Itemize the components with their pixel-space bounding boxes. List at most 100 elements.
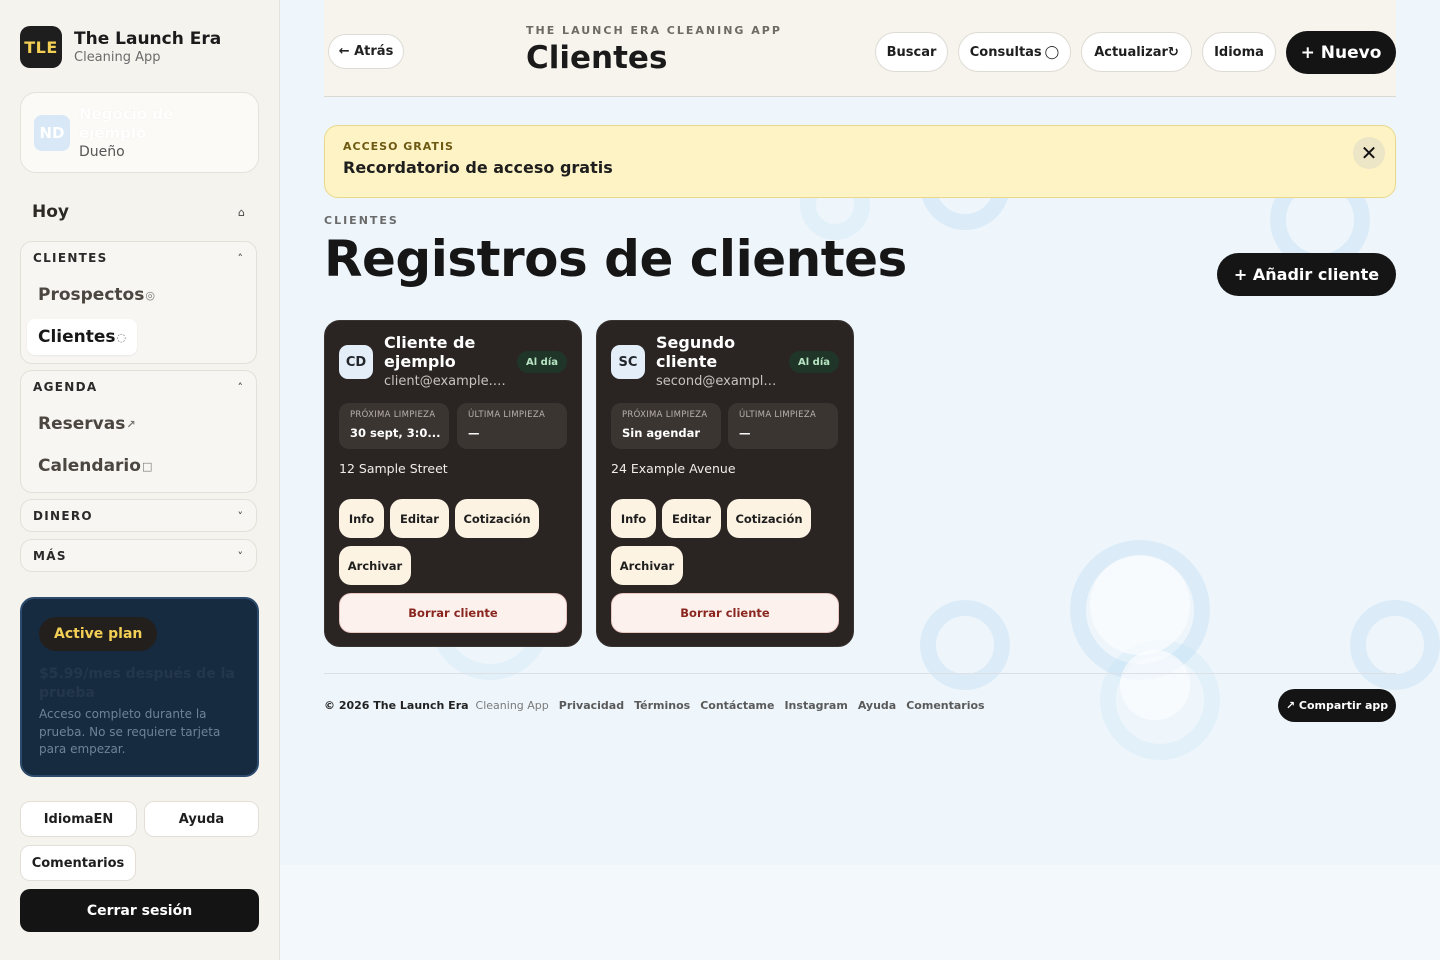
nav-group-header-dinero[interactable]: DINERO ˅ [21, 500, 256, 532]
nav-group-mas[interactable]: MÁS ˅ [20, 539, 257, 572]
refresh-button[interactable]: Actualizar ↻ [1081, 32, 1192, 72]
brand-name: The Launch Era [74, 29, 222, 49]
plan-price: $5.99/mes después de la prueba [39, 666, 235, 701]
footer-link-help[interactable]: Ayuda [858, 699, 896, 712]
banner-kicker: ACCESO GRATIS [343, 140, 454, 153]
square-icon: □ [141, 459, 153, 473]
quote-button[interactable]: Cotización [727, 499, 811, 538]
archive-button[interactable]: Archivar [339, 546, 411, 585]
sidebar-item-label: Clientes [38, 327, 116, 347]
next-cleaning-stat: PRÓXIMA LIMPIEZA 30 sept, 3:0... [339, 403, 449, 449]
nav-group-header-mas[interactable]: MÁS ˅ [21, 540, 256, 572]
nav-group-clientes: CLIENTES ˄ Prospectos ◎ Clientes ◌ [20, 241, 257, 364]
footer-link-instagram[interactable]: Instagram [784, 699, 847, 712]
back-button[interactable]: ← Atrás [328, 34, 404, 69]
chevron-up-icon: ˄ [237, 380, 244, 394]
feedback-button[interactable]: Comentarios [20, 845, 136, 881]
stat-label: ÚLTIMA LIMPIEZA [468, 410, 546, 420]
sidebar-item-clientes[interactable]: Clientes ◌ [27, 319, 138, 355]
status-badge: Al día [517, 351, 567, 373]
client-email: second@example.... [656, 374, 780, 389]
sidebar-item-prospectos[interactable]: Prospectos ◎ [27, 277, 166, 313]
edit-button[interactable]: Editar [662, 499, 721, 538]
nav-group-dinero[interactable]: DINERO ˅ [20, 499, 257, 532]
brand[interactable]: TLE The Launch Era Cleaning App [20, 26, 221, 68]
target-icon: ◎ [145, 288, 155, 302]
footer-link-feedback[interactable]: Comentarios [906, 699, 984, 712]
client-card: CD Cliente de ejemplo client@example.c..… [324, 320, 582, 647]
nav-group-header-agenda[interactable]: AGENDA ˄ [21, 371, 256, 403]
client-name[interactable]: Cliente de ejemplo [384, 333, 514, 371]
refresh-label: Actualizar [1094, 44, 1168, 60]
business-role: Dueño [79, 144, 125, 160]
inquiries-button[interactable]: Consultas ◯ [958, 32, 1071, 72]
client-email: client@example.c... [384, 374, 508, 389]
stat-value: 30 sept, 3:0... [350, 426, 441, 440]
sidebar-item-reservas[interactable]: Reservas ↗ [27, 406, 147, 442]
sidebar-item-label: Hoy [32, 202, 69, 222]
language-select-button[interactable]: Idioma [1202, 32, 1276, 72]
sidebar-item-label: Calendario [38, 456, 141, 476]
help-button[interactable]: Ayuda [144, 801, 259, 837]
stat-label: ÚLTIMA LIMPIEZA [739, 410, 817, 420]
nav-group-label: DINERO [33, 509, 93, 523]
client-address: 24 Example Avenue [611, 461, 736, 476]
close-icon[interactable]: ✕ [1353, 137, 1385, 169]
section-title: Registros de clientes [324, 230, 907, 288]
stat-label: PRÓXIMA LIMPIEZA [350, 410, 436, 420]
page-title: Clientes [526, 40, 668, 76]
nav-group-agenda: AGENDA ˄ Reservas ↗ Calendario □ [20, 370, 257, 493]
circle-icon: ◯ [1044, 44, 1060, 60]
banner-title: Recordatorio de acceso gratis [343, 158, 613, 177]
status-badge: Al día [789, 351, 839, 373]
archive-button[interactable]: Archivar [611, 546, 683, 585]
free-access-banner: ACCESO GRATIS Recordatorio de acceso gra… [324, 125, 1396, 198]
next-cleaning-stat: PRÓXIMA LIMPIEZA Sin agendar [611, 403, 721, 449]
refresh-icon: ↻ [1167, 44, 1179, 60]
client-address: 12 Sample Street [339, 461, 448, 476]
chevron-down-icon: ˅ [237, 549, 244, 563]
search-button[interactable]: Buscar [875, 32, 948, 72]
client-name[interactable]: Segundo cliente [656, 333, 786, 371]
sidebar-item-calendario[interactable]: Calendario □ [27, 448, 163, 484]
footer-link-privacy[interactable]: Privacidad [559, 699, 624, 712]
new-button[interactable]: + Nuevo [1286, 31, 1396, 74]
sidebar-item-today[interactable]: Hoy ⌂ [20, 194, 259, 230]
plan-card: Active plan $5.99/mes después de la prue… [20, 597, 259, 777]
inquiries-label: Consultas [969, 44, 1042, 60]
last-cleaning-stat: ÚLTIMA LIMPIEZA — [457, 403, 567, 449]
plan-description: Acceso completo durante la prueba. No se… [39, 707, 221, 756]
stat-value: Sin agendar [622, 426, 701, 440]
business-avatar: ND [34, 115, 70, 151]
quote-button[interactable]: Cotización [455, 499, 539, 538]
share-app-button[interactable]: ↗ Compartir app [1278, 689, 1396, 722]
business-name: Negocio de ejemplo [79, 105, 174, 142]
info-button[interactable]: Info [339, 499, 384, 538]
nav-group-header-clientes[interactable]: CLIENTES ˄ [21, 242, 256, 274]
footer-copyright: © 2026 The Launch Era [324, 698, 469, 712]
nav-group-label: MÁS [33, 549, 67, 563]
nav-group-label: CLIENTES [33, 251, 108, 265]
brand-subtitle: Cleaning App [74, 50, 161, 65]
delete-client-button[interactable]: Borrar cliente [339, 593, 567, 633]
stat-value: — [468, 426, 480, 440]
sidebar-item-label: Reservas [38, 414, 126, 434]
logout-button[interactable]: Cerrar sesión [20, 889, 259, 932]
footer-link-contact[interactable]: Contáctame [700, 699, 774, 712]
client-avatar: SC [611, 345, 645, 379]
language-button[interactable]: IdiomaEN [20, 801, 137, 837]
stat-value: — [739, 426, 751, 440]
section-kicker: CLIENTES [324, 214, 399, 227]
stat-label: PRÓXIMA LIMPIEZA [622, 410, 708, 420]
add-client-button[interactable]: + Añadir cliente [1217, 253, 1396, 296]
business-card[interactable]: ND Negocio de ejemplo Dueño [20, 92, 259, 173]
arrow-up-right-icon: ↗ [126, 417, 136, 431]
circle-dotted-icon: ◌ [116, 330, 127, 344]
footer-link-terms[interactable]: Términos [634, 699, 690, 712]
sidebar-item-label: Prospectos [38, 285, 145, 305]
info-button[interactable]: Info [611, 499, 656, 538]
edit-button[interactable]: Editar [390, 499, 449, 538]
delete-client-button[interactable]: Borrar cliente [611, 593, 839, 633]
brand-logo: TLE [20, 26, 62, 68]
top-bar: ← Atrás THE LAUNCH ERA CLEANING APP Clie… [324, 0, 1396, 97]
